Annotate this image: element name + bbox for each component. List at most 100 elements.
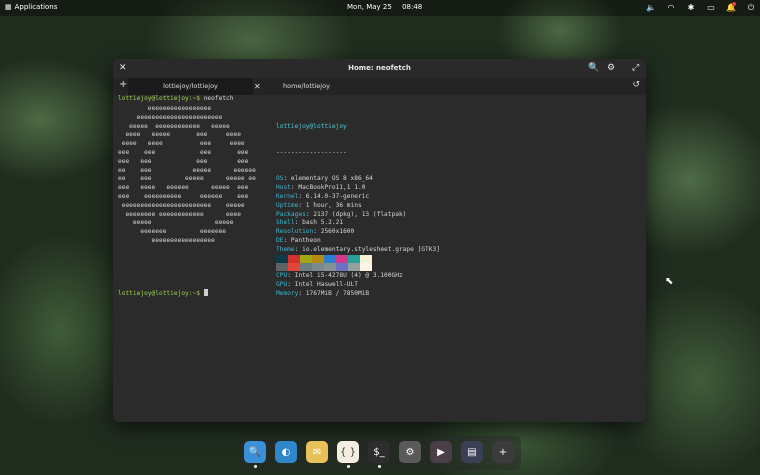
clock-date: Mon, May 25 <box>347 3 392 11</box>
logo-line: eeeeeeee eeeeeeeeeeee eeee <box>118 210 241 218</box>
logo-line: eeeeeee eeeeeee <box>118 228 227 236</box>
settings-icon: ⚙ <box>405 446 415 458</box>
info-value: : 1767MiB / 7850MiB <box>298 289 370 297</box>
prompt: lottiejoy@lottiejoy:~$ <box>118 95 200 102</box>
files-app[interactable]: 🔍 <box>244 441 266 463</box>
info-key: Shell <box>276 219 295 227</box>
palette-swatch <box>360 255 372 263</box>
palette-swatch <box>312 263 324 271</box>
terminal-app[interactable]: $_ <box>368 441 390 463</box>
power-icon[interactable]: ⏻ <box>746 2 756 13</box>
tab-label: lottiejoy/lottiejoy <box>163 82 218 90</box>
info-line: GPU: Intel Haswell-ULT <box>276 281 440 290</box>
palette-swatch <box>276 263 288 271</box>
palette-swatch <box>336 263 348 271</box>
info-line: Kernel: 6.14.0-37-generic <box>276 193 440 202</box>
logo-line: eee eee eee eee <box>118 157 249 165</box>
command-line-2: lottiejoy@lottiejoy:~$ <box>118 289 208 299</box>
code-icon: { } <box>340 446 356 458</box>
palette-swatch <box>360 263 372 271</box>
running-indicator <box>254 465 257 468</box>
info-key: Kernel <box>276 192 299 200</box>
running-indicator <box>347 465 350 468</box>
logo-line: eeeeeeeeeeeeeeeeeeeeeee <box>118 113 223 121</box>
info-value: : io.elementary.stylesheet.grape [GTK3] <box>294 245 440 253</box>
info-value: : 6.14.0-37-generic <box>298 192 370 200</box>
terminal-icon: $_ <box>373 446 385 458</box>
info-key: CPU <box>276 272 288 280</box>
info-line: Theme: io.elementary.stylesheet.grape [G… <box>276 246 440 255</box>
settings-app[interactable]: ⚙ <box>399 441 421 463</box>
mail-icon: ✉ <box>312 446 322 458</box>
window-titlebar: ✕ Home: neofetch 🔍 ⚙ ⤢ <box>113 59 646 78</box>
command-text: neofetch <box>199 95 234 102</box>
elementary-ascii-logo: eeeeeeeeeeeeeeeee eeeeeeeeeeeeeeeeeeeeee… <box>118 105 256 246</box>
bluetooth-icon[interactable]: ✱ <box>686 2 696 13</box>
multitasking-icon: ▤ <box>467 446 477 458</box>
add-app[interactable]: + <box>492 441 514 463</box>
info-key: Packages <box>276 210 306 218</box>
close-tab-icon[interactable]: ✕ <box>254 78 261 95</box>
search-icon[interactable]: 🔍 <box>588 63 599 73</box>
wifi-icon[interactable]: ◠ <box>666 2 676 13</box>
logo-line: eeeeeeeeeeeeeeeee <box>118 236 215 244</box>
code-app[interactable]: { } <box>337 441 359 463</box>
palette-swatch <box>288 255 300 263</box>
logo-line: eeeee eeeee <box>118 219 234 227</box>
add-icon: + <box>498 446 508 458</box>
palette-row-bottom <box>276 263 372 271</box>
palette-swatch <box>276 255 288 263</box>
user-host: lottiejoy@lottiejoy <box>276 122 347 130</box>
logo-line: ee eee eeeee eeeeee <box>118 166 256 174</box>
tab-home-lottiejoy[interactable]: ✕ home/lottiejoy <box>253 78 378 95</box>
video-app[interactable]: ▶ <box>430 441 452 463</box>
terminal-output[interactable]: lottiejoy@lottiejoy:~$ neofetch eeeeeeee… <box>113 95 646 422</box>
web-browser-app[interactable]: ◐ <box>275 441 297 463</box>
info-value: : Intel Haswell-ULT <box>287 280 358 288</box>
tab-lottiejoy[interactable]: lottiejoy/lottiejoy <box>128 78 253 95</box>
info-line: OS: elementary OS 8 x86_64 <box>276 175 440 184</box>
window-title: Home: neofetch <box>348 64 411 72</box>
info-line: DE: Pantheon <box>276 237 440 246</box>
info-key: GPU <box>276 280 288 288</box>
info-value: : bash 5.2.21 <box>294 219 344 227</box>
info-value: : 2560x1600 <box>313 228 355 236</box>
battery-icon[interactable]: ▭ <box>706 2 716 13</box>
palette-swatch <box>288 263 300 271</box>
applications-icon: ▦ <box>5 3 12 11</box>
color-palette <box>276 255 372 271</box>
info-line: Packages: 2137 (dpkg), 13 (flatpak) <box>276 211 440 220</box>
volume-icon[interactable]: 🔈 <box>646 2 656 13</box>
clock-time: 08:48 <box>402 3 423 11</box>
running-indicator <box>378 465 381 468</box>
palette-swatch <box>348 255 360 263</box>
logo-line: ee eee eeeee eeeee ee <box>118 175 256 183</box>
new-tab-button[interactable]: + <box>119 79 127 90</box>
palette-swatch <box>324 263 336 271</box>
notifications-icon[interactable]: 🔔 <box>726 2 736 13</box>
info-key: Host <box>276 184 291 192</box>
logo-line: eeee eeee eee eeee <box>118 140 245 148</box>
history-icon[interactable]: ↺ <box>632 80 640 90</box>
system-tray: 🔈 ◠ ✱ ▭ 🔔 ⏻ <box>646 2 756 13</box>
info-key: Memory <box>276 289 299 297</box>
palette-swatch <box>348 263 360 271</box>
logo-line: eeeeeeeeeeeeeeeee <box>118 105 212 112</box>
palette-swatch <box>300 263 312 271</box>
info-value: : Intel i5-4278U (4) @ 3.100GHz <box>287 272 403 280</box>
palette-swatch <box>300 255 312 263</box>
multitasking-app[interactable]: ▤ <box>461 441 483 463</box>
logo-line: eee eee eee eee <box>118 148 249 156</box>
info-key: Resolution <box>276 228 314 236</box>
mail-app[interactable]: ✉ <box>306 441 328 463</box>
fullscreen-icon[interactable]: ⤢ <box>632 63 639 73</box>
web-browser-icon: ◐ <box>281 446 291 458</box>
info-line: CPU: Intel i5-4278U (4) @ 3.100GHz <box>276 272 440 281</box>
gear-icon[interactable]: ⚙ <box>607 63 615 73</box>
info-separator: ------------------- <box>276 148 347 156</box>
prompt: lottiejoy@lottiejoy:~$ <box>118 290 200 297</box>
palette-swatch <box>336 255 348 263</box>
applications-menu[interactable]: ▦ Applications <box>5 3 57 11</box>
info-key: Uptime <box>276 201 299 209</box>
clock[interactable]: Mon, May 25 08:48 <box>347 3 422 11</box>
